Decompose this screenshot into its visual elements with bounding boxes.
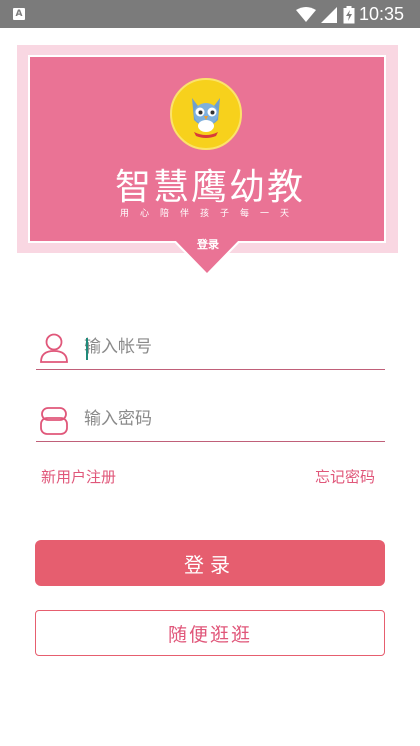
app-notification-icon: A <box>13 8 25 20</box>
account-input[interactable] <box>84 326 374 368</box>
text-cursor <box>86 338 88 360</box>
owl-mascot-icon <box>170 78 242 150</box>
password-field[interactable] <box>36 398 385 442</box>
battery-icon <box>343 6 355 24</box>
brand-slogan: 用心陪伴孩子每一天 <box>119 209 300 219</box>
brand-title: 智慧鹰幼教 <box>114 167 305 208</box>
forgot-password-link[interactable]: 忘记密码 <box>315 466 375 487</box>
password-underline <box>36 441 385 442</box>
banner-login-tag: 登录 <box>197 238 219 251</box>
account-underline <box>36 369 385 370</box>
account-field[interactable] <box>36 326 385 370</box>
browse-button[interactable]: 随便逛逛 <box>35 610 385 656</box>
password-input[interactable] <box>84 398 374 440</box>
status-time: 10:35 <box>359 4 405 24</box>
lock-icon <box>40 407 68 435</box>
wifi-icon <box>296 7 316 22</box>
status-bar: A 10:35 <box>0 0 420 28</box>
user-icon <box>40 333 68 363</box>
login-button[interactable]: 登录 <box>35 540 385 586</box>
register-link[interactable]: 新用户注册 <box>41 466 116 487</box>
cell-signal-icon <box>321 7 337 23</box>
